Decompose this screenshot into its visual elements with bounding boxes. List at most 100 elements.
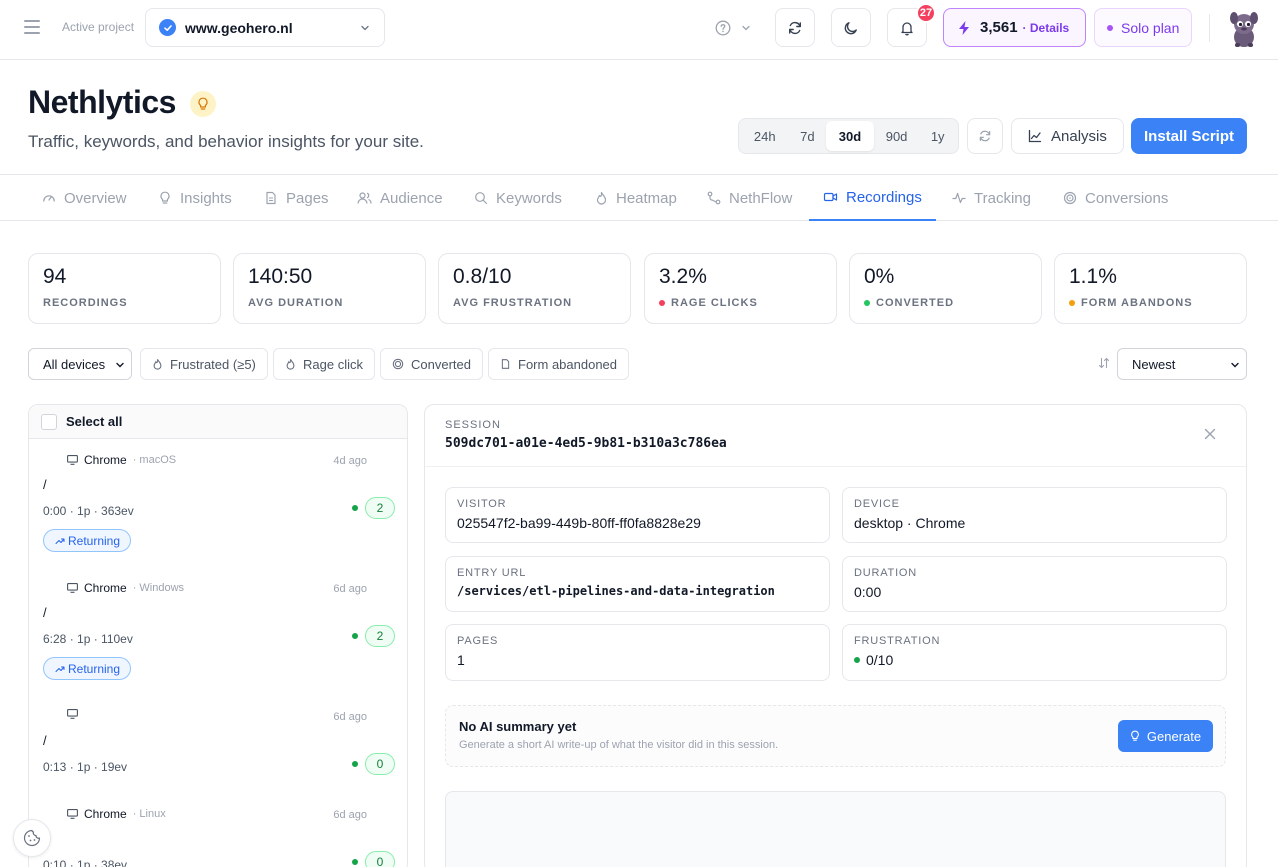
tab-overview[interactable]: Overview [42, 175, 127, 221]
frustration-score: 0 [365, 753, 395, 775]
filter-converted-chip[interactable]: Converted [380, 348, 483, 380]
field-label: PAGES [457, 635, 499, 647]
field-value: 025547f2-ba99-449b-80ff-ff0fa8828e29 [457, 515, 701, 531]
menu-icon[interactable] [24, 20, 40, 34]
tab-label: Audience [380, 189, 443, 207]
tab-conversions[interactable]: Conversions [1063, 175, 1168, 221]
chip-label: Rage click [303, 356, 363, 372]
target-icon [392, 358, 404, 370]
chip-label: Frustrated (≥5) [170, 356, 256, 372]
field-value: 1 [457, 652, 465, 668]
stat-label: AVG DURATION [248, 297, 344, 309]
refresh-icon [979, 130, 991, 142]
tab-keywords[interactable]: Keywords [474, 175, 562, 221]
session-detail-panel: SESSION 509dc701-a01e-4ed5-9b81-b310a3c7… [424, 404, 1247, 867]
generate-button[interactable]: Generate [1118, 720, 1213, 752]
list-item[interactable]: 6d ago / 0:13 · 1p · 19ev 0 [29, 709, 407, 799]
avatar[interactable] [1226, 10, 1262, 48]
top-bar: Active project www.geohero.nl 27 3,561 ·… [0, 0, 1278, 60]
field-value: 0:00 [854, 584, 882, 600]
status-dot [659, 300, 665, 306]
field-value: 0/10 [866, 652, 894, 668]
status-dot [854, 657, 860, 663]
status-dot [352, 633, 358, 639]
filter-rage-click-chip[interactable]: Rage click [273, 348, 375, 380]
list-item[interactable]: Chrome · Windows 6d ago / 6:28 · 1p · 11… [29, 581, 407, 697]
range-24h[interactable]: 24h [741, 121, 789, 151]
notifications-button[interactable]: 27 [887, 3, 936, 47]
select-all-checkbox[interactable] [41, 413, 57, 430]
stat-avg-frustration: 0.8/10 AVG FRUSTRATION [438, 253, 631, 324]
lightning-icon [959, 20, 969, 35]
monitor-icon [67, 455, 78, 465]
flame-icon [153, 359, 162, 370]
tab-label: NethFlow [729, 189, 793, 207]
tab-nethflow[interactable]: NethFlow [707, 175, 792, 221]
monitor-icon [67, 809, 78, 819]
sort-value: Newest [1132, 356, 1176, 372]
returning-badge: Returning [43, 657, 132, 680]
stat-avg-duration: 140:50 AVG DURATION [233, 253, 426, 324]
status-dot [352, 761, 358, 767]
stat-form-abandons: 1.1% FORM ABANDONS [1054, 253, 1247, 324]
target-icon [1063, 191, 1077, 205]
tab-pages[interactable]: Pages [264, 175, 329, 221]
chevron-down-icon [742, 25, 750, 31]
sort-select[interactable]: Newest [1117, 348, 1247, 380]
visitor-field: VISITOR 025547f2-ba99-449b-80ff-ff0fa882… [445, 487, 830, 543]
project-name: www.geohero.nl [185, 19, 293, 36]
tab-heatmap[interactable]: Heatmap [595, 175, 677, 221]
device-field: DEVICE desktop · Chrome [842, 487, 1227, 543]
help-menu[interactable] [715, 20, 751, 36]
device-filter-select[interactable]: All devices [28, 348, 132, 380]
refresh-button[interactable] [775, 8, 815, 47]
document-icon [501, 359, 510, 369]
rec-time: 6d ago [333, 809, 367, 821]
theme-toggle-button[interactable] [831, 8, 871, 47]
recording-player[interactable] [445, 791, 1226, 867]
range-30d[interactable]: 30d [826, 121, 874, 151]
rec-time: 6d ago [333, 711, 367, 723]
generate-label: Generate [1146, 728, 1202, 744]
frustration-score: 2 [365, 625, 395, 647]
ai-summary-box: No AI summary yet Generate a short AI wr… [445, 705, 1226, 767]
pages-field: PAGES 1 [445, 624, 830, 681]
project-selector[interactable]: www.geohero.nl [145, 8, 385, 47]
credits-button[interactable]: 3,561 · Details [943, 8, 1086, 47]
tab-recordings[interactable]: Recordings [809, 175, 936, 221]
tab-insights[interactable]: Insights [158, 175, 232, 221]
lightbulb-icon [160, 191, 170, 204]
plan-button[interactable]: Solo plan [1094, 8, 1192, 47]
session-label: SESSION [445, 419, 501, 431]
range-90d[interactable]: 90d [874, 121, 920, 151]
line-chart-icon [1028, 129, 1042, 143]
search-icon [475, 192, 488, 205]
tab-label: Overview [64, 189, 127, 207]
sort-icon [1098, 357, 1110, 369]
tab-audience[interactable]: Audience [357, 175, 443, 221]
field-label: FRUSTRATION [854, 635, 941, 647]
close-icon[interactable] [1204, 428, 1216, 440]
filter-frustrated-chip[interactable]: Frustrated (≥5) [140, 348, 268, 380]
entry-url-field: ENTRY URL /services/etl-pipelines-and-da… [445, 556, 830, 612]
install-script-button[interactable]: Install Script [1131, 118, 1247, 154]
rec-path: / [43, 605, 47, 620]
tab-label: Recordings [846, 188, 922, 206]
stat-recordings: 94 RECORDINGS [28, 253, 221, 324]
list-item[interactable]: Chrome · macOS 4d ago / 0:00 · 1p · 363e… [29, 453, 407, 569]
range-7d[interactable]: 7d [789, 121, 827, 151]
refresh-icon [789, 21, 801, 34]
cookie-settings-button[interactable] [13, 819, 51, 857]
list-item[interactable]: Chrome · Linux 6d ago / 0:10 · 1p · 38ev… [29, 807, 407, 867]
stat-value: 0% [864, 265, 895, 288]
refresh-data-button[interactable] [967, 118, 1003, 154]
tab-tracking[interactable]: Tracking [952, 175, 1031, 221]
range-1y[interactable]: 1y [919, 121, 956, 151]
analysis-button[interactable]: Analysis [1011, 118, 1124, 154]
topbar-divider [1209, 14, 1210, 42]
filter-form-abandoned-chip[interactable]: Form abandoned [488, 348, 630, 380]
verified-check-icon [159, 19, 176, 36]
rec-browser: Chrome [84, 581, 127, 595]
session-id: 509dc701-a01e-4ed5-9b81-b310a3c786ea [445, 436, 727, 451]
lightbulb-icon[interactable] [190, 91, 216, 117]
